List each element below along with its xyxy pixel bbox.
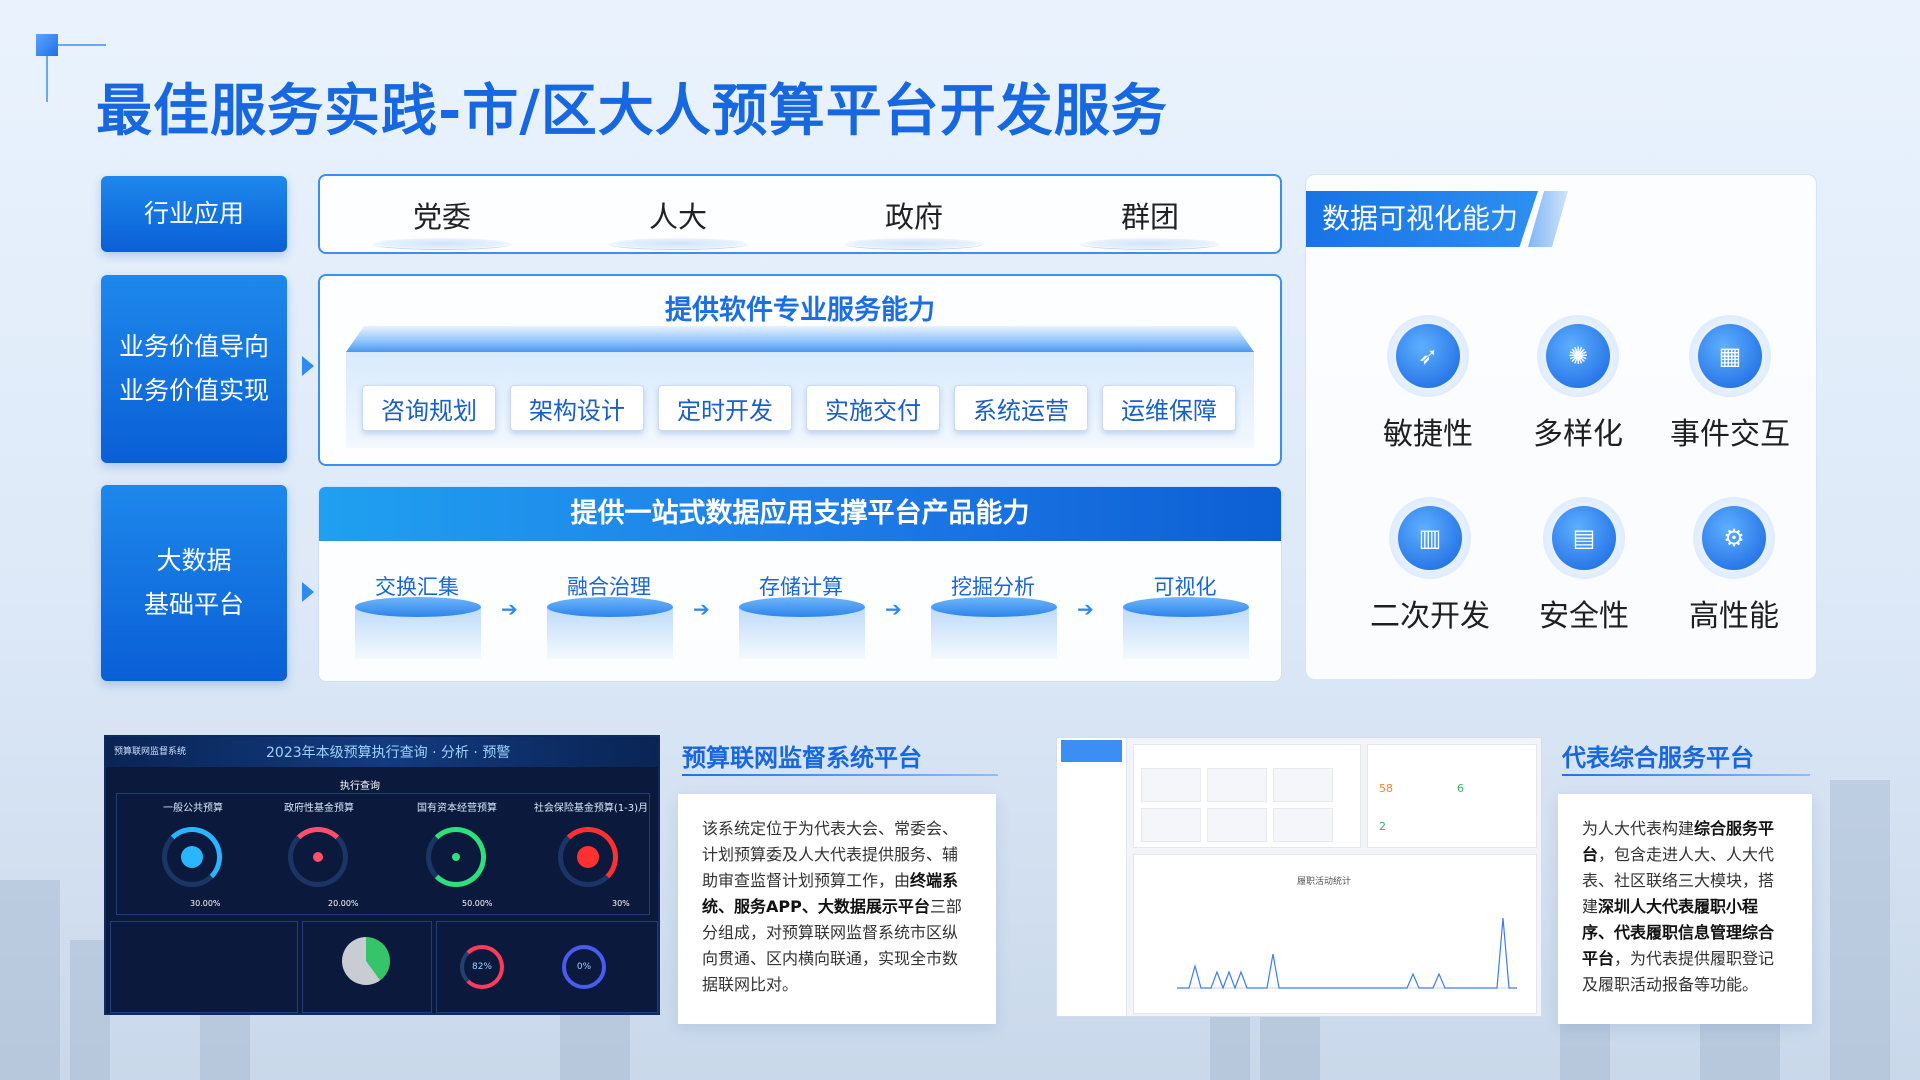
sector-party: 党委 [362,194,522,250]
rocket-icon: ➶ [1396,324,1460,388]
gear-icon: ⚙ [1702,506,1766,570]
platform-top [346,326,1254,352]
description-segment: 为人大代表构建 [1582,819,1695,838]
flow-arrow-icon: ➔ [501,597,518,621]
feature-security: ▤ 安全性 [1514,497,1654,635]
shield-doc-icon: ▤ [1552,506,1616,570]
network-icon: ✺ [1546,324,1610,388]
row-arrow-value [302,356,314,376]
deputy-card-underline [1562,774,1810,776]
row-label-industry: 行业应用 [101,176,287,252]
flow-arrow-icon: ➔ [885,597,902,621]
step-cylinder-governance [547,597,673,659]
step-cylinder-visualization [1123,597,1249,659]
step-cylinder-storage [739,597,865,659]
deputy-platform-screenshot: 58 6 2 履职活动统计 [1056,737,1542,1017]
feature-secondary-dev: ▥ 二次开发 [1360,497,1500,635]
row-label-value: 业务价值导向 业务价值实现 [101,275,287,463]
feature-diversity: ✺ 多样化 [1508,315,1648,453]
service-maintenance: 运维保障 [1102,385,1236,431]
budget-card-underline [682,774,998,776]
activity-line-chart [1177,917,1517,990]
service-operation: 系统运营 [954,385,1088,431]
platform-panel: 提供一站式数据应用支撑平台产品能力 交换汇集 ➔ 融合治理 ➔ 存储计算 ➔ 挖… [318,486,1282,682]
step-cylinder-mining [931,597,1057,659]
flow-arrow-icon: ➔ [693,597,710,621]
service-development: 定时开发 [658,385,792,431]
page-title: 最佳服务实践-市/区大人预算平台开发服务 [96,79,1168,144]
feature-interaction: ▦ 事件交互 [1660,315,1800,453]
row-label-bigdata: 大数据 基础平台 [101,485,287,681]
deputy-card-description: 为人大代表构建综合服务平台，包含走进人大、人大代表、社区联络三大模块，搭建深圳人… [1558,794,1812,1024]
dashboard-icon: ▦ [1698,324,1762,388]
visualization-panel: 数据可视化能力 ➶ 敏捷性 ✺ 多样化 ▦ 事件交互 ▥ 二次开发 ▤ 安全性 … [1305,174,1817,680]
flow-arrow-icon: ➔ [1077,597,1094,621]
feature-agility: ➶ 敏捷性 [1358,315,1498,453]
step-cylinder-exchange [355,597,481,659]
visualization-title: 数据可视化能力 [1306,191,1538,247]
sector-group: 群团 [1070,194,1230,250]
sector-government: 政府 [834,194,994,250]
services-panel: 提供软件专业服务能力 咨询规划 架构设计 定时开发 实施交付 系统运营 运维保障 [318,274,1282,466]
row-arrow-bigdata [302,582,314,602]
service-consulting: 咨询规划 [362,385,496,431]
sector-npc: 人大 [598,194,758,250]
budget-card-description: 该系统定位于为代表大会、常委会、计划预算委及人大代表提供服务、辅助审查监督计划预… [678,794,996,1024]
deputy-card-title: 代表综合服务平台 [1562,744,1754,772]
building-icon: ▥ [1398,506,1462,570]
budget-dashboard-screenshot: 预算联网监督系统 2023年本级预算执行查询 · 分析 · 预警 执行查询 一般… [104,735,660,1015]
platform-heading: 提供一站式数据应用支撑平台产品能力 [319,487,1281,541]
service-architecture: 架构设计 [510,385,644,431]
feature-performance: ⚙ 高性能 [1664,497,1804,635]
budget-card-title: 预算联网监督系统平台 [682,744,922,772]
service-delivery: 实施交付 [806,385,940,431]
services-heading: 提供软件专业服务能力 [665,295,935,326]
industry-panel: 党委 人大 政府 群团 [318,174,1282,254]
